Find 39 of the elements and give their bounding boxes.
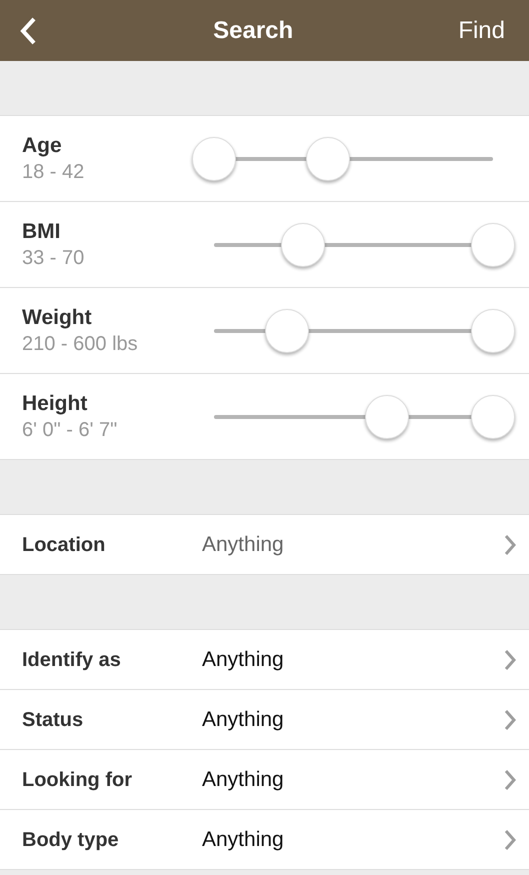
back-icon bbox=[18, 16, 38, 46]
range-label: Weight bbox=[22, 305, 93, 331]
filter-label: Identify as bbox=[22, 648, 122, 672]
filter-row[interactable]: Location Anything bbox=[0, 515, 529, 575]
slider-thumb[interactable] bbox=[264, 308, 309, 352]
slider-thumb[interactable] bbox=[306, 136, 350, 180]
range-label: Height bbox=[22, 391, 88, 417]
filter-row[interactable]: Status Anything bbox=[0, 690, 529, 750]
header-title: Search bbox=[213, 16, 294, 46]
filter-row[interactable]: Looking for Anything bbox=[0, 750, 529, 810]
filter-value: Anything bbox=[202, 646, 285, 673]
slider-thumb[interactable] bbox=[471, 394, 515, 438]
slider-thumb[interactable] bbox=[364, 394, 409, 438]
filter-row[interactable]: Body type Anything bbox=[0, 810, 529, 870]
chevron-right-icon bbox=[503, 648, 517, 670]
filter-label: Body type bbox=[22, 828, 120, 852]
range-reading: 6' 0" - 6' 7" bbox=[22, 418, 118, 443]
filter-value: Anything bbox=[202, 532, 285, 558]
slider-thumb[interactable] bbox=[471, 222, 515, 266]
range-reading: 33 - 70 bbox=[22, 246, 86, 271]
filter-label: Looking for bbox=[22, 768, 133, 792]
range-reading: 210 - 600 lbs bbox=[22, 332, 139, 357]
range-label: Age bbox=[22, 133, 63, 159]
filter-value: Anything bbox=[202, 826, 285, 853]
filter-label: Status bbox=[22, 708, 84, 732]
slider-thumb[interactable] bbox=[281, 222, 326, 266]
filter-value: Anything bbox=[202, 766, 285, 793]
range-reading: 18 - 42 bbox=[22, 160, 86, 185]
filter-label: Location bbox=[22, 532, 106, 558]
slider-thumb[interactable] bbox=[192, 136, 236, 180]
chevron-right-icon bbox=[503, 768, 517, 790]
chevron-right-icon bbox=[503, 708, 517, 730]
filter-row[interactable]: Identify as Anything bbox=[0, 630, 529, 690]
find-button[interactable]: Find bbox=[458, 12, 511, 48]
range-label: BMI bbox=[22, 219, 62, 245]
filter-value: Anything bbox=[202, 706, 285, 733]
chevron-right-icon bbox=[503, 828, 517, 850]
slider-thumb[interactable] bbox=[471, 308, 515, 352]
chevron-right-icon bbox=[503, 534, 517, 556]
